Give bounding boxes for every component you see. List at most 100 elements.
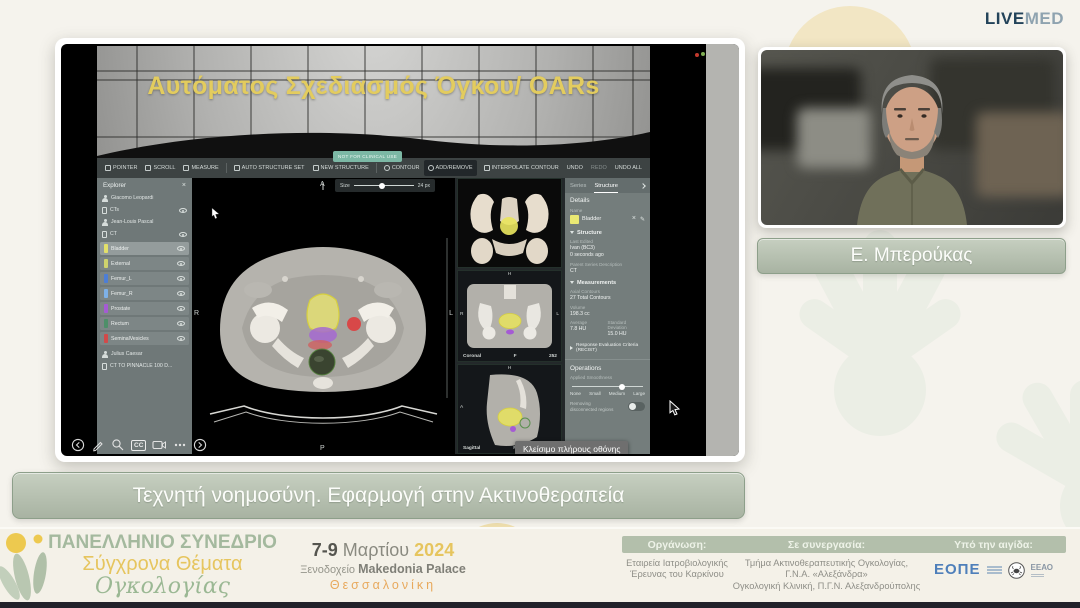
visibility-eye-icon[interactable] bbox=[177, 321, 185, 326]
patient-row[interactable]: Jean-Louis Pascal bbox=[97, 216, 192, 228]
clear-icon[interactable] bbox=[632, 216, 636, 223]
chevron-right-icon[interactable] bbox=[640, 183, 646, 189]
toolbar-interpolate-contour-button[interactable]: INTERPOLATE CONTOUR bbox=[480, 160, 563, 176]
series-row[interactable]: CT bbox=[97, 228, 192, 240]
camera-button[interactable] bbox=[152, 438, 167, 452]
structure-row-prostate[interactable]: Prostate bbox=[100, 302, 189, 315]
footer-bottom-strip bbox=[0, 602, 1080, 608]
visibility-eye-icon[interactable] bbox=[177, 276, 185, 281]
structure-color-swatch bbox=[104, 334, 108, 343]
visibility-eye-icon[interactable] bbox=[177, 336, 185, 341]
organization-name: Εταιρεία Ιατροβιολογικής Έρευνας του Καρ… bbox=[622, 558, 732, 592]
toolbar-add-remove-button[interactable]: ADD/REMOVE bbox=[424, 160, 477, 176]
toolbar-undo-all-button[interactable]: UNDO ALL bbox=[611, 160, 646, 176]
visibility-eye-icon[interactable] bbox=[177, 246, 185, 251]
tab-structure[interactable]: Structure bbox=[594, 178, 618, 193]
visibility-eye-icon[interactable] bbox=[177, 306, 185, 311]
structure-row-seminalvesicles[interactable]: SeminalVesicles bbox=[100, 332, 189, 345]
video-right-margin bbox=[706, 44, 739, 456]
zoom-button[interactable] bbox=[111, 438, 125, 452]
structure-row-bladder[interactable]: Bladder bbox=[100, 242, 189, 255]
new-structure-icon bbox=[313, 165, 319, 171]
toolbar-contour-button[interactable]: CONTOUR bbox=[380, 160, 424, 176]
series-row[interactable]: CTs bbox=[97, 204, 192, 216]
structure-section-header[interactable]: Structure bbox=[570, 230, 645, 236]
edit-icon[interactable] bbox=[640, 216, 645, 223]
series-row[interactable]: CT TO PINNACLE 100 D... bbox=[97, 360, 192, 372]
axial-contours-value: 27 Total Contours bbox=[570, 295, 645, 301]
close-icon[interactable] bbox=[182, 183, 186, 189]
more-options-button[interactable] bbox=[173, 438, 187, 452]
conference-dates: 7-9 Μαρτίου 2024 bbox=[288, 540, 478, 561]
organizers-band: Οργάνωση: Σε συνεργασία: Υπό την αιγίδα: bbox=[622, 536, 1066, 553]
operations-title: Operations bbox=[570, 365, 645, 372]
axial-ct-image bbox=[192, 178, 455, 454]
conference-subtitle: Σύγχρονα Θέματα bbox=[35, 554, 290, 576]
player-controls: CC bbox=[71, 438, 207, 452]
structure-row-femur-r[interactable]: Femur_R bbox=[100, 287, 189, 300]
eope-logo: ΕΟΠΕ bbox=[934, 561, 981, 579]
webcam-video bbox=[761, 50, 1063, 225]
auspices-label: Υπό την αιγίδα: bbox=[921, 539, 1066, 551]
structure-name: Bladder bbox=[582, 216, 601, 222]
parent-series-value: CT bbox=[570, 268, 645, 274]
toolbar-redo-button[interactable]: REDO bbox=[587, 160, 611, 176]
speaker-figure bbox=[761, 50, 1063, 225]
visibility-eye-icon[interactable] bbox=[179, 208, 187, 213]
orientation-right: R bbox=[194, 310, 199, 317]
caret-right-icon bbox=[570, 346, 573, 350]
recist-section-header[interactable]: Response Evaluation Criteria (RECIST) bbox=[570, 343, 645, 353]
visibility-eye-icon[interactable] bbox=[177, 261, 185, 266]
record-indicator-green bbox=[701, 52, 705, 56]
captions-button[interactable]: CC bbox=[131, 440, 146, 451]
structure-row-rectum[interactable]: Rectum bbox=[100, 317, 189, 330]
patient-row[interactable]: Giacomo Leopardi bbox=[97, 192, 192, 204]
axial-contours-label: Axial Contours bbox=[570, 289, 645, 294]
back-button[interactable] bbox=[71, 438, 85, 452]
brush-size-label: Size bbox=[340, 183, 350, 189]
structure-color-swatch bbox=[104, 259, 108, 268]
smoothness-option-medium[interactable]: Medium bbox=[609, 391, 625, 396]
conference-name: ΠΑΝΕΛΛΗΝΙΟ ΣΥΝΕΔΡΙΟ bbox=[35, 533, 290, 554]
orientation-posterior: P bbox=[320, 445, 325, 452]
std-deviation-label: Standard Deviation bbox=[608, 320, 646, 330]
visibility-eye-icon[interactable] bbox=[179, 232, 187, 237]
toolbar-new-structure-button[interactable]: NEW STRUCTURE bbox=[309, 160, 373, 176]
remove-disconnected-toggle[interactable] bbox=[628, 402, 645, 411]
smoothness-option-small[interactable]: Small bbox=[589, 391, 601, 396]
eope-logo-smalltext bbox=[987, 565, 1002, 576]
tab-series[interactable]: Series bbox=[570, 178, 586, 193]
mouse-cursor bbox=[669, 400, 681, 416]
record-indicator-red bbox=[695, 53, 699, 57]
toolbar-auto-structure-set-button[interactable]: AUTO STRUCTURE SET bbox=[230, 160, 309, 176]
forward-button[interactable] bbox=[193, 438, 207, 452]
remove-disconnected-label: Removing disconnected regions bbox=[570, 401, 618, 412]
axial-ct-viewport[interactable]: A P R L bbox=[192, 178, 455, 454]
toolbar-pointer-button[interactable]: POINTER bbox=[101, 160, 141, 176]
measurements-section-header[interactable]: Measurements bbox=[570, 280, 645, 286]
toolbar-measure-button[interactable]: MEASURE bbox=[179, 160, 222, 176]
brush-size-knob[interactable] bbox=[379, 183, 385, 189]
brush-size-slider[interactable]: Size 24 px bbox=[335, 179, 435, 192]
volume-value: 198.3 cc bbox=[570, 311, 645, 317]
toolbar-undo-button[interactable]: UNDO bbox=[563, 160, 587, 176]
structure-color-swatch[interactable] bbox=[570, 215, 579, 224]
interpolate-contour-icon bbox=[484, 165, 490, 171]
smoothness-slider[interactable] bbox=[572, 386, 643, 387]
talk-title-bar: Τεχνητή νοημοσύνη. Εφαρμογή στην Ακτινοθ… bbox=[12, 472, 745, 519]
pen-button[interactable] bbox=[91, 438, 105, 452]
brush-size-track[interactable] bbox=[354, 185, 414, 186]
mini-views-column: H R L Coronal F 252 bbox=[457, 178, 562, 454]
structure-color-swatch bbox=[104, 274, 108, 283]
coronal-ct-image bbox=[458, 271, 561, 361]
structure-row-external[interactable]: External bbox=[100, 257, 189, 270]
toolbar-scroll-button[interactable]: SCROLL bbox=[141, 160, 179, 176]
patient-row[interactable]: Julius Caesar bbox=[97, 348, 192, 360]
smoothness-option-none[interactable]: None bbox=[570, 391, 581, 396]
smoothness-option-large[interactable]: Large bbox=[633, 391, 645, 396]
3d-view[interactable] bbox=[457, 178, 562, 268]
visibility-eye-icon[interactable] bbox=[177, 291, 185, 296]
structure-row-femur-l[interactable]: Femur_L bbox=[100, 272, 189, 285]
coronal-viewport[interactable]: H R L Coronal F 252 bbox=[457, 270, 562, 362]
smoothness-knob[interactable] bbox=[619, 384, 625, 390]
